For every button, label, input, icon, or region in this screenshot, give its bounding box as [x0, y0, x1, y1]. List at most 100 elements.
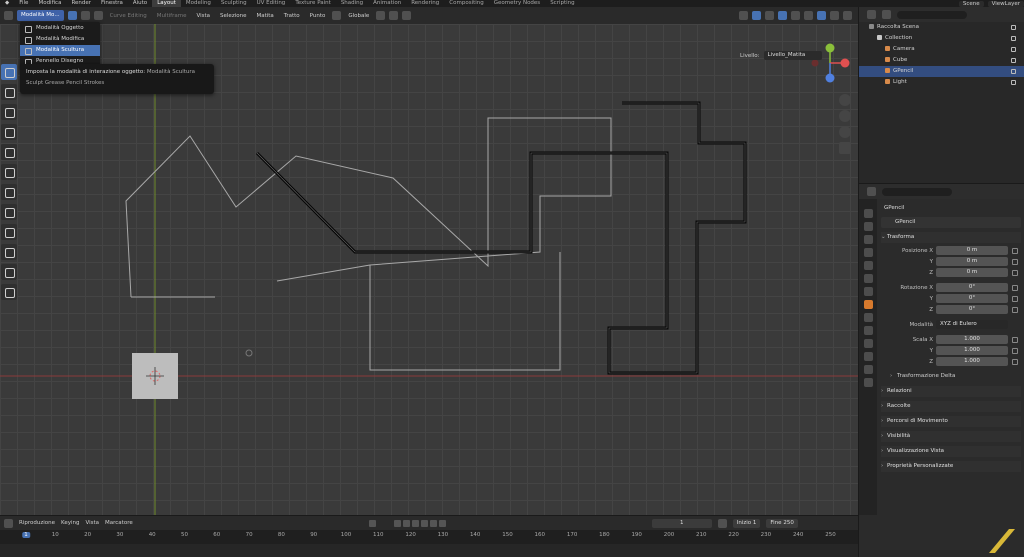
rotate-tool-icon[interactable]	[1, 124, 17, 140]
bend-tool-icon[interactable]	[1, 184, 17, 200]
record-icon[interactable]	[368, 519, 376, 527]
panel-collections[interactable]: Raccolte	[881, 401, 1021, 412]
panel-motion-paths[interactable]: Percorsi di Movimento	[881, 416, 1021, 427]
tab-physics-icon[interactable]	[863, 339, 873, 348]
extrude-tool-icon[interactable]	[1, 244, 17, 260]
scale-tool-icon[interactable]	[1, 144, 17, 160]
tab-sculpting[interactable]: Sculpting	[216, 0, 252, 7]
lock-icon[interactable]	[1012, 306, 1018, 313]
annotate-tool-icon[interactable]	[1, 284, 17, 300]
pan-hand-icon[interactable]	[839, 110, 851, 122]
layer-name-field[interactable]: Livello_Matita	[763, 51, 822, 60]
tab-scene-icon[interactable]	[863, 261, 873, 270]
tab-object-icon[interactable]	[863, 300, 873, 309]
tab-geometry-nodes[interactable]: Geometry Nodes	[489, 0, 545, 7]
object-name-field[interactable]: GPencil	[881, 217, 1021, 228]
tab-modifiers-icon[interactable]	[863, 313, 873, 322]
outliner-search-input[interactable]	[897, 10, 967, 19]
visibility-checkbox-icon[interactable]	[1011, 69, 1016, 74]
to-sphere-tool-icon[interactable]	[1, 224, 17, 240]
tab-material-icon[interactable]	[863, 378, 873, 387]
3d-viewport[interactable]: Livello: Livello_Matita	[0, 24, 858, 515]
tab-scripting[interactable]: Scripting	[545, 0, 579, 7]
curve-editing-toggle[interactable]: Curve Editing	[107, 13, 150, 19]
lock-icon[interactable]	[1012, 295, 1018, 302]
gizmo-neg-x-handle[interactable]	[811, 59, 819, 67]
rotation-z-field[interactable]: 0°	[936, 305, 1008, 314]
scale-z-field[interactable]: 1.000	[936, 357, 1008, 366]
tab-texture-paint[interactable]: Texture Paint	[290, 0, 336, 7]
timeline-editor-icon[interactable]	[4, 518, 13, 528]
tab-effects-icon[interactable]	[863, 326, 873, 335]
transform-tool-icon[interactable]	[1, 164, 17, 180]
transform-orientation-dropdown[interactable]: Globale	[345, 13, 372, 19]
menu-window[interactable]: Finestra	[96, 0, 128, 7]
lock-icon[interactable]	[1012, 336, 1018, 343]
tab-rendering[interactable]: Rendering	[406, 0, 444, 7]
start-frame-field[interactable]: Inizio 1	[732, 518, 761, 528]
select-tool-icon[interactable]	[1, 64, 17, 80]
move-tool-icon[interactable]	[1, 104, 17, 120]
location-z-field[interactable]: 0 m	[936, 268, 1008, 277]
menu-file[interactable]: File	[14, 0, 33, 7]
next-keyframe-icon[interactable]	[429, 519, 437, 527]
select-mode-icon[interactable]	[67, 11, 77, 20]
shear-tool-icon[interactable]	[1, 204, 17, 220]
panel-custom-properties[interactable]: Proprietà Personalizzate	[881, 461, 1021, 472]
tab-shading[interactable]: Shading	[336, 0, 368, 7]
tab-collection-icon[interactable]	[863, 287, 873, 296]
menu-keying[interactable]: Keying	[61, 520, 79, 526]
visibility-checkbox-icon[interactable]	[1011, 36, 1016, 41]
outliner-row-raccolta-scena[interactable]: Raccolta Scena	[859, 22, 1024, 33]
visibility-icon[interactable]	[739, 11, 748, 20]
current-frame-field[interactable]: 1	[651, 518, 712, 528]
material-shading-icon[interactable]	[830, 11, 839, 20]
outliner-row-light[interactable]: Light	[859, 77, 1024, 88]
clock-icon[interactable]	[717, 518, 727, 528]
scale-x-field[interactable]: 1.000	[936, 335, 1008, 344]
tab-tool-icon[interactable]	[863, 209, 873, 218]
panel-viewport-display[interactable]: Visualizzazione Vista	[881, 446, 1021, 457]
lock-icon[interactable]	[1012, 247, 1018, 254]
xray-icon[interactable]	[791, 11, 800, 20]
proportional-edit-icon[interactable]	[402, 11, 412, 20]
playhead-frame-marker[interactable]: 1	[22, 532, 30, 538]
visibility-checkbox-icon[interactable]	[1011, 47, 1016, 52]
cursor-tool-icon[interactable]	[1, 84, 17, 100]
tab-world-icon[interactable]	[863, 274, 873, 283]
menu-timeline-view[interactable]: Vista	[85, 520, 99, 526]
wireframe-shading-icon[interactable]	[804, 11, 813, 20]
zoom-icon[interactable]	[839, 94, 851, 106]
mode-item-edit[interactable]: Modalità Modifica	[20, 34, 100, 45]
menu-point[interactable]: Punto	[307, 13, 329, 19]
jump-end-icon[interactable]	[438, 519, 446, 527]
visibility-checkbox-icon[interactable]	[1011, 80, 1016, 85]
pivot-icon[interactable]	[376, 11, 386, 20]
menu-select[interactable]: Selezione	[217, 13, 249, 19]
location-x-field[interactable]: 0 m	[936, 246, 1008, 255]
play-reverse-icon[interactable]	[411, 519, 419, 527]
scene-field[interactable]: Scene	[958, 0, 984, 7]
visibility-checkbox-icon[interactable]	[1011, 58, 1016, 63]
tab-view-layer-icon[interactable]	[863, 248, 873, 257]
properties-search-input[interactable]	[882, 187, 952, 196]
tab-data-icon[interactable]	[863, 365, 873, 374]
lock-icon[interactable]	[1012, 358, 1018, 365]
mode-dropdown-button[interactable]: Modalità Mo...	[17, 10, 64, 21]
jump-start-icon[interactable]	[393, 519, 401, 527]
mode-item-object[interactable]: Modalità Oggetto	[20, 23, 100, 34]
menu-render[interactable]: Render	[66, 0, 96, 7]
timeline-track[interactable]	[0, 544, 858, 557]
lock-icon[interactable]	[1012, 269, 1018, 276]
editor-type-icon[interactable]	[4, 11, 13, 20]
visibility-checkbox-icon[interactable]	[1011, 25, 1016, 30]
outliner-row-cube[interactable]: Cube	[859, 55, 1024, 66]
multiframe-toggle[interactable]: Multiframe	[154, 13, 190, 19]
lock-icon[interactable]	[1012, 284, 1018, 291]
menu-grease-pencil[interactable]: Matita	[253, 13, 276, 19]
rotation-mode-dropdown[interactable]: XYZ di Eulero	[936, 320, 1008, 329]
outliner-editor-icon[interactable]	[867, 10, 876, 19]
lock-icon[interactable]	[1012, 258, 1018, 265]
location-y-field[interactable]: 0 m	[936, 257, 1008, 266]
camera-view-icon[interactable]	[839, 126, 851, 138]
